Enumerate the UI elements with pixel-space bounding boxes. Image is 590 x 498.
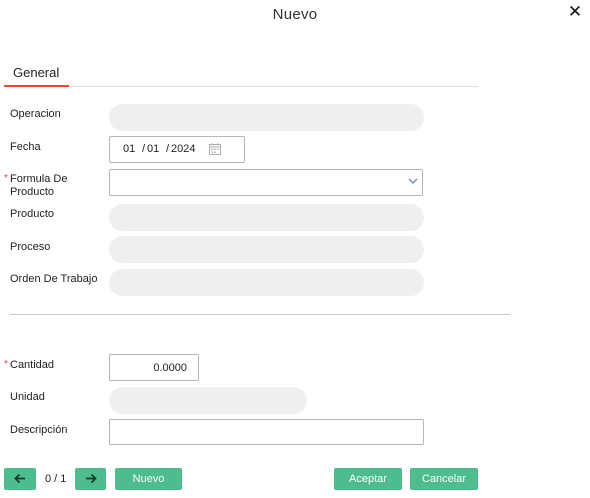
arrow-left-icon (14, 473, 25, 484)
orden-label: Orden De Trabajo (10, 273, 98, 285)
calendar-icon[interactable] (209, 143, 221, 155)
required-marker: * (4, 173, 8, 184)
aceptar-button[interactable]: Aceptar (334, 468, 402, 490)
fecha-day[interactable]: 01 (123, 143, 135, 155)
fecha-month[interactable]: 01 (147, 143, 159, 155)
pager-indicator: 0 / 1 (45, 473, 67, 485)
formula-label-line1: Formula De (10, 173, 68, 185)
fecha-year[interactable]: 2024 (171, 143, 195, 155)
fecha-label: Fecha (10, 141, 41, 153)
proceso-label: Proceso (10, 241, 51, 253)
descripcion-label: Descripción (10, 424, 68, 436)
chevron-down-icon[interactable] (408, 177, 418, 185)
formula-select[interactable] (109, 169, 423, 196)
close-icon[interactable]: ✕ (566, 3, 584, 21)
formula-label-line2: Producto (10, 186, 55, 198)
cantidad-label: Cantidad (10, 359, 55, 371)
dialog-title: Nuevo (272, 6, 318, 23)
proceso-field (109, 236, 424, 263)
cantidad-value[interactable]: 0.0000 (153, 362, 187, 374)
next-record-button[interactable] (75, 468, 106, 490)
prev-record-button[interactable] (4, 468, 36, 490)
tab-general[interactable]: General (4, 60, 69, 87)
descripcion-input[interactable] (109, 419, 424, 445)
cancelar-button[interactable]: Cancelar (410, 468, 478, 490)
date-separator: / (166, 143, 170, 155)
producto-field (109, 204, 424, 231)
cantidad-input[interactable]: 0.0000 (109, 354, 199, 381)
tab-bar: General (4, 60, 478, 87)
unidad-field (109, 387, 307, 414)
fecha-date-input[interactable]: 01 / 01 / 2024 (109, 136, 245, 163)
date-separator: / (142, 143, 146, 155)
nuevo-button[interactable]: Nuevo (115, 468, 182, 490)
operacion-label: Operacion (10, 108, 61, 120)
unidad-label: Unidad (10, 391, 45, 403)
orden-field (109, 269, 424, 296)
operacion-field (109, 104, 424, 131)
required-marker: * (4, 359, 8, 370)
section-divider (10, 314, 510, 315)
arrow-right-icon (85, 473, 97, 484)
producto-label: Producto (10, 208, 55, 220)
